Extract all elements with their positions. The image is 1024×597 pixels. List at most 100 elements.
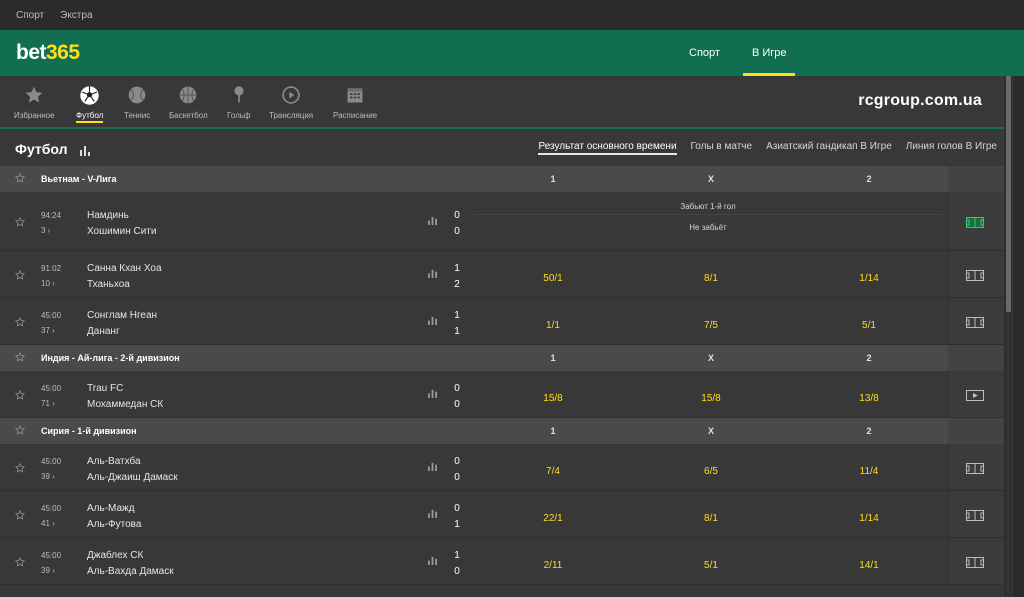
odds-1[interactable]: 50/1 (523, 273, 583, 284)
nav-in-play[interactable]: В Игре (742, 30, 796, 76)
stats-icon[interactable] (428, 389, 437, 400)
stats-icon[interactable] (428, 556, 437, 567)
sport-favorites[interactable]: Избранное (14, 84, 55, 120)
odds-x[interactable]: 8/1 (681, 273, 741, 284)
match-row[interactable]: 91:02 10 › Санна Кхан Хоа Тханьхоа 1 2 50/1 8/1… (0, 251, 1004, 298)
star-icon[interactable] (14, 509, 26, 522)
sport-golf[interactable]: Гольф (227, 84, 251, 120)
odds-1[interactable]: 1/1 (523, 320, 583, 331)
score-away: 0 (454, 565, 460, 577)
video-icon[interactable] (966, 389, 984, 403)
calendar-icon (344, 84, 366, 106)
odds-2[interactable]: 13/8 (839, 393, 899, 404)
match-row[interactable]: 45:00 39 › Аль-Ватхба Аль-Джаиш Дамаск 0 0 7/4… (0, 444, 1004, 491)
tab-goal-line[interactable]: Линия голов В Игре (899, 129, 1004, 166)
star-icon[interactable] (14, 351, 26, 364)
odds-2[interactable]: 11/4 (839, 466, 899, 477)
match-time: 94:24 (41, 210, 62, 220)
odds-x[interactable]: 6/5 (681, 466, 741, 477)
match-period: 10 › (41, 278, 55, 288)
team-home: Джаблех СК (87, 549, 144, 561)
topbar-link-sport[interactable]: Спорт (16, 10, 44, 21)
odds-x[interactable]: 7/5 (681, 320, 741, 331)
star-icon[interactable] (14, 172, 26, 185)
match-time: 45:00 (41, 383, 62, 393)
icon-column (948, 418, 1004, 444)
sport-football[interactable]: Футбол (76, 84, 104, 123)
tab-asian-handicap[interactable]: Азиатский гандикап В Игре (759, 129, 899, 166)
pitch-icon[interactable] (966, 509, 984, 523)
top-bar: Спорт Экстра (0, 0, 1024, 30)
star-icon[interactable] (14, 269, 26, 282)
odds-2[interactable]: 14/1 (839, 560, 899, 571)
special-market-option[interactable]: Не забьёт (473, 223, 943, 232)
sport-streaming[interactable]: Трансляция (269, 84, 313, 120)
star-icon[interactable] (14, 462, 26, 475)
tab-full-time-result[interactable]: Результат основного времени (531, 129, 683, 166)
match-row[interactable]: 45:00 39 › Джаблех СК Аль-Вахда Дамаск 1 0 2/1… (0, 538, 1004, 585)
nav-sport[interactable]: Спорт (680, 30, 729, 76)
stats-icon[interactable] (428, 216, 437, 227)
stats-icon[interactable] (428, 509, 437, 520)
team-away: Аль-Джаиш Дамаск (87, 471, 178, 483)
pitch-icon[interactable] (966, 556, 984, 570)
pitch-icon[interactable] (966, 462, 984, 476)
odds-1[interactable]: 2/11 (523, 560, 583, 571)
sport-label: Трансляция (269, 111, 314, 120)
star-icon[interactable] (14, 556, 26, 569)
stats-icon[interactable] (80, 143, 90, 161)
scrollbar[interactable] (1004, 76, 1012, 597)
odds-1[interactable]: 7/4 (523, 466, 583, 477)
match-time: 45:00 (41, 503, 62, 513)
match-row[interactable]: 94:24 3 › Намдинь Хошимин Сити 0 0 Забьют 1-й … (0, 192, 1004, 251)
match-row[interactable]: 45:00 37 › Сонглам Нгеан Дананг 1 1 1/1 7/5 5/1 (0, 298, 1004, 345)
team-home: Аль-Ватхба (87, 455, 141, 467)
team-away: Хошимин Сити (87, 225, 157, 237)
odds-1[interactable]: 15/8 (523, 393, 583, 404)
odds-x[interactable]: 5/1 (681, 560, 741, 571)
odds-1[interactable]: 22/1 (523, 513, 583, 524)
team-away: Аль-Вахда Дамаск (87, 565, 174, 577)
odds-2[interactable]: 1/14 (839, 513, 899, 524)
sport-label: Теннис (124, 111, 151, 120)
pitch-icon[interactable] (966, 269, 984, 283)
team-home: Намдинь (87, 209, 129, 221)
star-icon[interactable] (14, 424, 26, 437)
team-away: Тханьхоа (87, 278, 130, 290)
sport-basketball[interactable]: Баскетбол (169, 84, 208, 120)
pitch-active-icon[interactable] (966, 216, 984, 230)
sport-tennis[interactable]: Теннис (124, 84, 150, 120)
match-period: 3 › (41, 225, 51, 235)
league-name: Индия - Ай-лига - 2-й дивизион (41, 353, 180, 363)
tab-match-goals[interactable]: Голы в матче (684, 129, 760, 166)
score-home: 0 (454, 382, 460, 394)
soccer-ball-icon (79, 84, 101, 106)
league-header[interactable]: Вьетнам - V-Лига 1 X 2 (0, 166, 1004, 192)
stats-icon[interactable] (428, 316, 437, 327)
icon-column (948, 345, 1004, 371)
special-market-title: Забьют 1-й гол (680, 201, 736, 211)
golf-icon (228, 84, 250, 106)
score-away: 1 (454, 518, 460, 530)
sport-schedule[interactable]: Расписание (333, 84, 377, 120)
team-home: Сонглам Нгеан (87, 309, 158, 321)
star-icon[interactable] (14, 389, 26, 402)
stats-icon[interactable] (428, 462, 437, 473)
league-header[interactable]: Сирия - 1-й дивизион 1 X 2 (0, 418, 1004, 444)
stats-icon[interactable] (428, 269, 437, 280)
market-tabs: Результат основного времени Голы в матче… (531, 129, 1004, 166)
star-icon[interactable] (14, 316, 26, 329)
league-header[interactable]: Индия - Ай-лига - 2-й дивизион 1 X 2 (0, 345, 1004, 371)
scrollbar-thumb[interactable] (1006, 76, 1011, 312)
odds-2[interactable]: 1/14 (839, 273, 899, 284)
star-icon[interactable] (14, 216, 26, 229)
odds-x[interactable]: 15/8 (681, 393, 741, 404)
column-2: 2 (866, 174, 872, 184)
odds-x[interactable]: 8/1 (681, 513, 741, 524)
logo[interactable]: bet365 (16, 41, 80, 65)
pitch-icon[interactable] (966, 316, 984, 330)
topbar-link-extra[interactable]: Экстра (60, 10, 92, 21)
match-row[interactable]: 45:00 71 › Trau FC Мохаммедан СК 0 0 15/8 15/8 1… (0, 371, 1004, 418)
match-row[interactable]: 45:00 41 › Аль-Мажд Аль-Футова 0 1 22/1 8/1 1/14 (0, 491, 1004, 538)
odds-2[interactable]: 5/1 (839, 320, 899, 331)
